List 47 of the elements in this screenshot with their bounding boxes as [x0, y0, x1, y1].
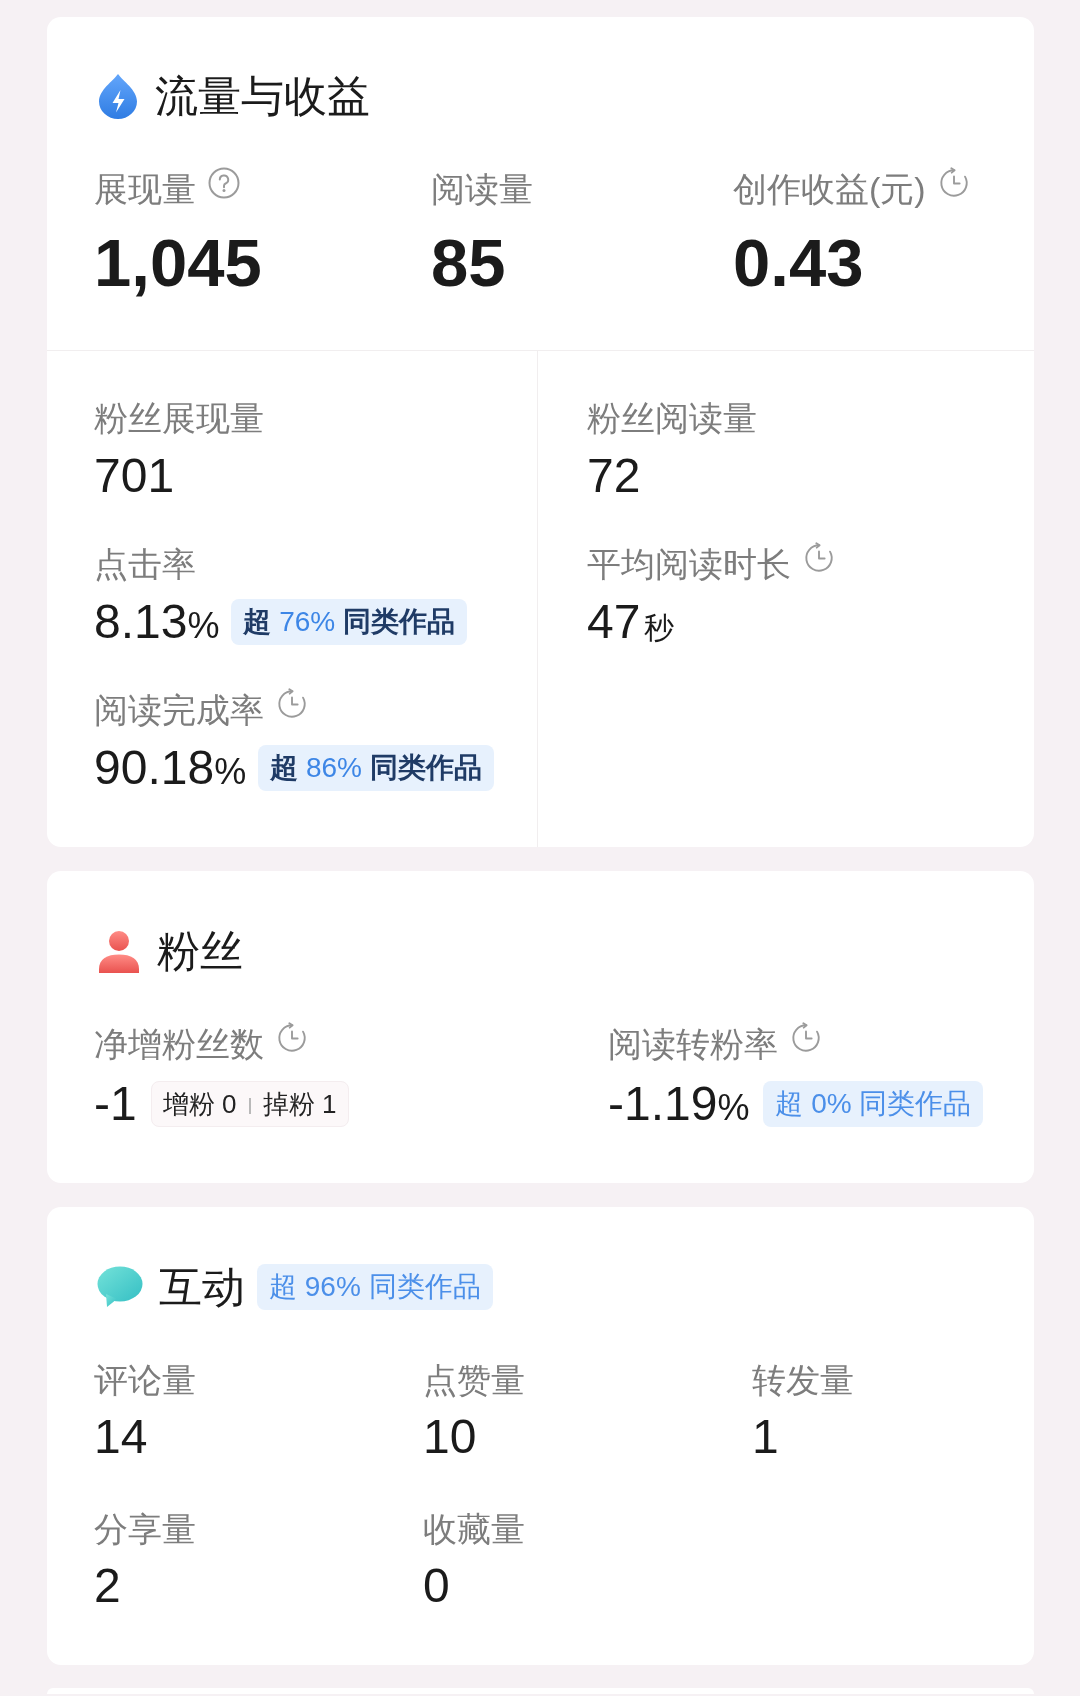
clock-icon	[937, 167, 970, 199]
stat-label: 阅读完成率	[94, 690, 264, 730]
help-icon	[208, 167, 240, 199]
stat-value: 8.13%	[94, 594, 220, 650]
stat-label: 创作收益(元)	[733, 169, 926, 209]
stat-label: 评论量	[94, 1360, 196, 1400]
stat-value: -1.19%	[608, 1076, 750, 1132]
stat-value: 90.18%	[94, 740, 247, 796]
stat-label: 收藏量	[423, 1509, 525, 1549]
stat-label: 展现量	[94, 169, 196, 209]
stat-value: 10	[423, 1409, 477, 1465]
stat-value: 14	[94, 1409, 148, 1465]
percentile-badge: 超 0% 同类作品	[763, 1081, 984, 1127]
stat-value: 0.43	[733, 227, 864, 299]
stat-label: 粉丝阅读量	[587, 398, 757, 438]
person-icon	[97, 929, 141, 973]
percentile-badge: 超 76% 同类作品	[231, 599, 468, 645]
stat-value: 1	[752, 1409, 779, 1465]
lightning-drop-icon	[97, 73, 139, 119]
clock-icon	[276, 688, 308, 720]
stat-label: 阅读转粉率	[608, 1024, 778, 1064]
speech-bubble-icon	[97, 1266, 143, 1308]
percentile-badge: 超 86% 同类作品	[258, 745, 494, 791]
clock-icon	[803, 542, 835, 574]
stat-value: -1	[94, 1076, 137, 1132]
section-title: 互动	[159, 1264, 245, 1310]
stat-label: 点击率	[94, 544, 196, 584]
section-title: 流量与收益	[155, 73, 370, 119]
stat-value: 2	[94, 1558, 121, 1614]
stat-value: 47秒	[587, 594, 675, 650]
stat-value: 1,045	[94, 227, 262, 299]
stat-label: 阅读量	[431, 169, 533, 209]
stat-label: 转发量	[752, 1360, 854, 1400]
stat-value: 85	[431, 227, 506, 299]
stat-label: 平均阅读时长	[587, 544, 791, 584]
stat-value: 701	[94, 448, 175, 504]
stat-value: 0	[423, 1558, 450, 1614]
clock-icon	[276, 1022, 308, 1054]
stat-label: 净增粉丝数	[94, 1024, 264, 1064]
stat-label: 粉丝展现量	[94, 398, 264, 438]
clock-icon	[790, 1022, 822, 1054]
stat-value: 72	[587, 448, 641, 504]
section-title: 粉丝	[157, 928, 243, 974]
fan-change-chip: 增粉 0 掉粉 1	[150, 1081, 349, 1127]
stat-label: 点赞量	[423, 1360, 525, 1400]
stat-label: 分享量	[94, 1509, 196, 1549]
percentile-badge: 超 96% 同类作品	[257, 1264, 493, 1310]
